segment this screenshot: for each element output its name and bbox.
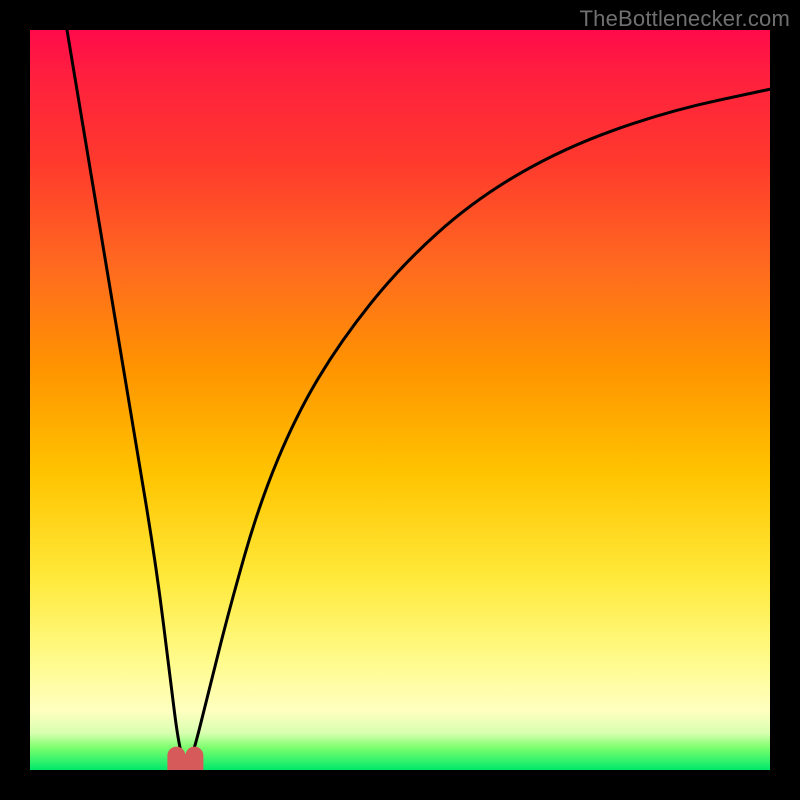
bottleneck-curve-path bbox=[67, 30, 770, 765]
plot-area bbox=[30, 30, 770, 770]
minimum-marker-icon bbox=[176, 756, 194, 770]
chart-stage: TheBottlenecker.com bbox=[0, 0, 800, 800]
bottleneck-curve-svg bbox=[30, 30, 770, 770]
attribution-text: TheBottlenecker.com bbox=[580, 6, 790, 32]
